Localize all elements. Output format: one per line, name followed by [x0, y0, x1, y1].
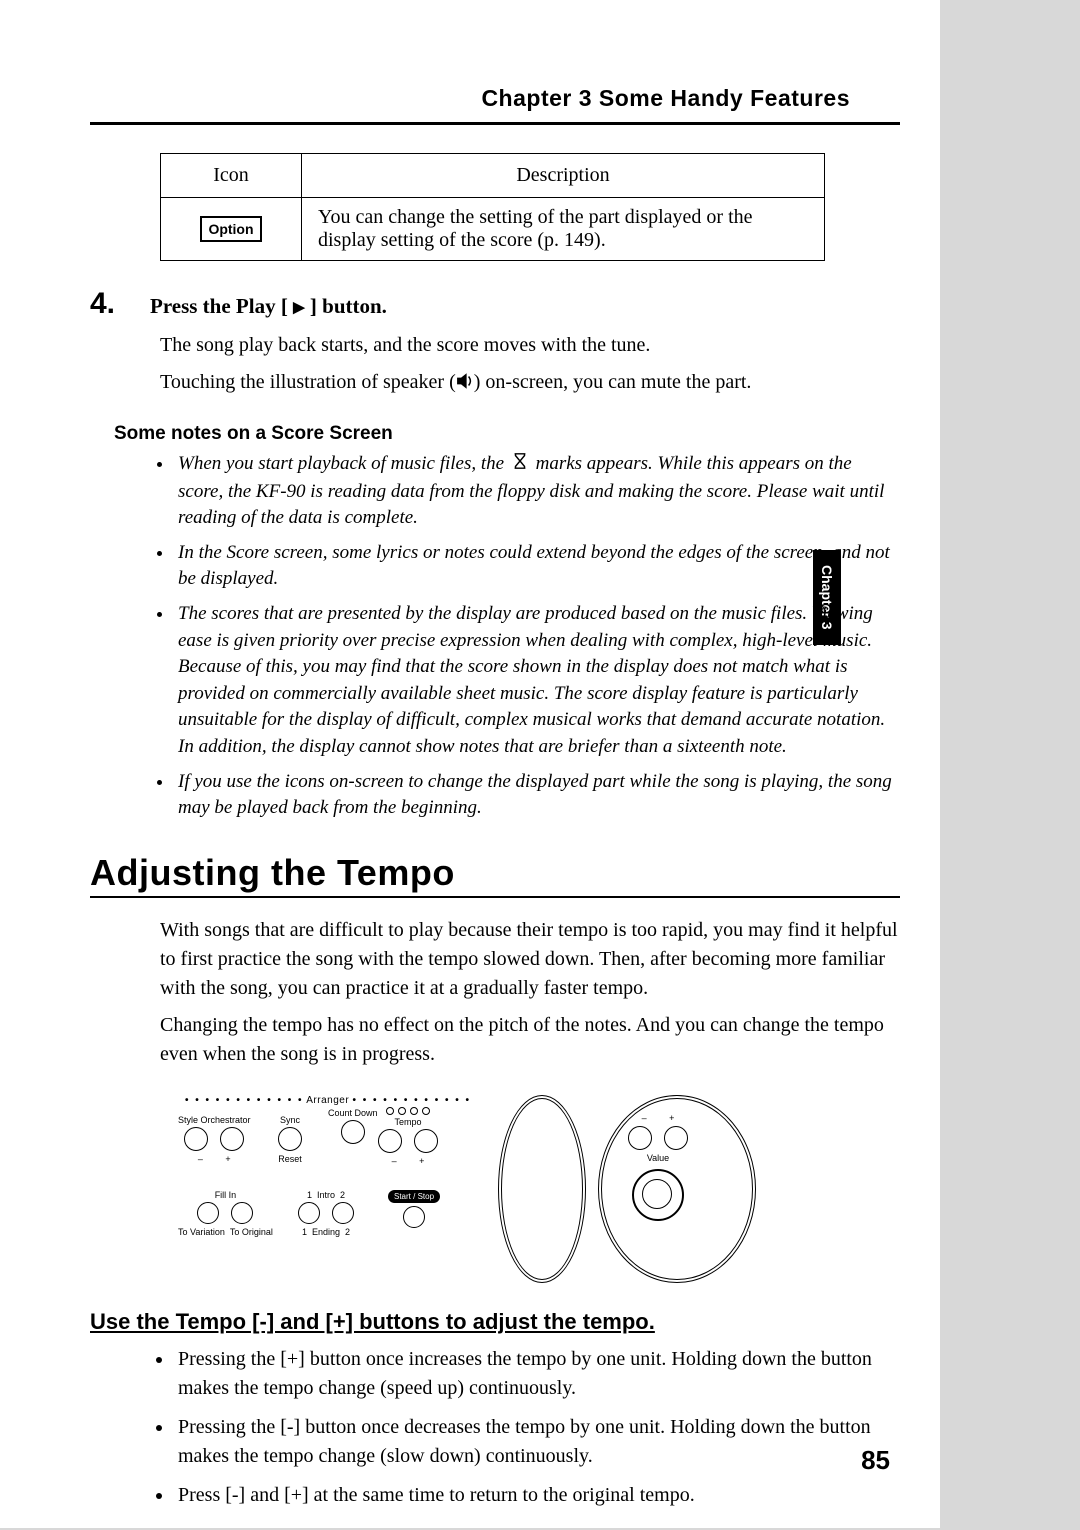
hourglass-icon: [509, 452, 531, 479]
label-fill-in: Fill In: [215, 1190, 237, 1200]
note-3: The scores that are presented by the dis…: [174, 601, 900, 761]
knob: [332, 1202, 354, 1224]
step-4: 4. Press the Play [ ▶ ] button.: [90, 287, 900, 321]
bullet-2: Pressing the [-] button once decreases t…: [174, 1413, 900, 1471]
section-title: Adjusting the Tempo: [90, 852, 900, 894]
label-reset: Reset: [278, 1154, 302, 1164]
oval-divider: [498, 1095, 586, 1283]
knob: [278, 1127, 302, 1151]
play-icon: ▶: [293, 300, 305, 316]
label-style-orch: Style Orchestrator: [178, 1115, 251, 1125]
speaker-icon: [456, 370, 474, 399]
col-icon: Icon: [161, 154, 302, 198]
intro-p1: With songs that are difficult to play be…: [160, 916, 900, 1003]
subsection-title: Use the Tempo [-] and [+] buttons to adj…: [90, 1309, 900, 1335]
knob: [378, 1129, 402, 1153]
intro-p2: Changing the tempo has no effect on the …: [160, 1011, 900, 1069]
knob: [628, 1126, 652, 1150]
section-rule: [90, 896, 900, 898]
option-description: You can change the setting of the part d…: [302, 198, 825, 261]
tempo-bullets: Pressing the [+] button once increases t…: [150, 1345, 900, 1510]
bullet-3: Press [-] and [+] at the same time to re…: [174, 1481, 900, 1510]
step-p1: The song play back starts, and the score…: [160, 331, 900, 360]
knob: [220, 1127, 244, 1151]
notes-list: When you start playback of music files, …: [150, 451, 900, 822]
knob: [184, 1127, 208, 1151]
bullet-1: Pressing the [+] button once increases t…: [174, 1345, 900, 1403]
knob: [298, 1202, 320, 1224]
step-body: The song play back starts, and the score…: [160, 331, 900, 399]
note-4: If you use the icons on-screen to change…: [174, 769, 900, 822]
control-panel-diagram: • • • • • • • • • • • • Arranger • • • •…: [178, 1095, 753, 1285]
label-start-stop: Start / Stop: [388, 1190, 440, 1203]
knob: [231, 1202, 253, 1224]
knob: [414, 1129, 438, 1153]
step-p2: Touching the illustration of speaker ( )…: [160, 368, 900, 399]
value-wheel: [632, 1169, 684, 1221]
section-intro: With songs that are difficult to play be…: [160, 916, 900, 1069]
manual-page: Chapter 3 Chapter 3 Some Handy Features …: [0, 0, 940, 1528]
label-value: Value: [647, 1153, 669, 1163]
chapter-header: Chapter 3 Some Handy Features: [90, 85, 900, 112]
page-number: 85: [861, 1445, 890, 1476]
step-title: Press the Play [ ▶ ] button.: [150, 294, 387, 319]
label-countdown: Count Down: [328, 1109, 378, 1118]
option-icon-cell: Option: [161, 198, 302, 261]
knob: [403, 1206, 425, 1228]
icon-description-table: Icon Description Option You can change t…: [160, 153, 825, 261]
knob: [341, 1120, 365, 1144]
label-tempo: Tempo: [394, 1117, 421, 1127]
header-rule: [90, 122, 900, 125]
knob: [664, 1126, 688, 1150]
note-2: In the Score screen, some lyrics or note…: [174, 540, 900, 593]
step-number: 4.: [90, 287, 150, 321]
knob: [197, 1202, 219, 1224]
col-description: Description: [302, 154, 825, 198]
label-sync: Sync: [280, 1115, 300, 1125]
arranger-label: • • • • • • • • • • • • Arranger • • • •…: [178, 1095, 478, 1106]
note-1: When you start playback of music files, …: [174, 451, 900, 532]
option-icon: Option: [200, 216, 261, 242]
notes-subhead: Some notes on a Score Screen: [114, 423, 900, 445]
